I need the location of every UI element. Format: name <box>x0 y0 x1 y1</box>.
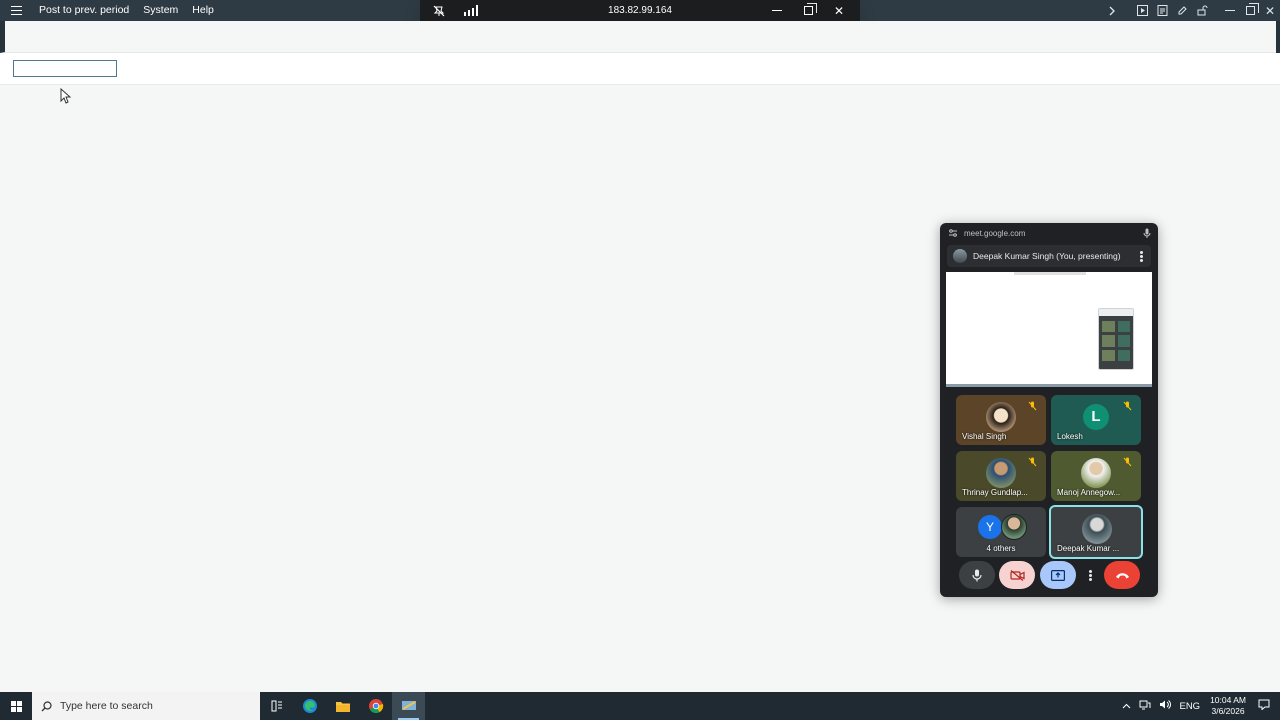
mic-off-icon <box>1028 401 1037 411</box>
rd-restore-icon[interactable] <box>801 0 817 21</box>
tune-icon[interactable] <box>948 228 958 238</box>
restore-icon[interactable] <box>1240 0 1260 21</box>
mic-off-icon <box>1123 401 1132 411</box>
volume-icon[interactable] <box>1155 699 1175 713</box>
pip-url: meet.google.com <box>964 228 1026 238</box>
present-screen-icon <box>1051 569 1065 581</box>
clock-date: 3/6/2026 <box>1211 706 1245 716</box>
more-options-icon[interactable] <box>1140 251 1143 262</box>
pip-url-bar: meet.google.com <box>940 223 1158 243</box>
search-placeholder: Type here to search <box>60 700 153 712</box>
edit-icon[interactable] <box>1172 0 1192 21</box>
leave-call-button[interactable] <box>1104 561 1140 589</box>
start-button[interactable] <box>0 692 32 720</box>
shared-screen-preview <box>946 272 1152 387</box>
mic-indicator-icon <box>1143 228 1151 238</box>
language-indicator[interactable]: ENG <box>1175 701 1204 712</box>
participant-name: Thrinay Gundlap... <box>962 488 1028 497</box>
menu-system[interactable]: System <box>136 0 185 21</box>
search-icon <box>41 700 52 711</box>
more-vert-icon <box>1088 569 1092 581</box>
remote-ip-address: 183.82.99.164 <box>608 5 672 16</box>
mic-button[interactable] <box>959 561 995 589</box>
app-toolbar-area <box>0 21 1276 53</box>
participant-tile[interactable]: Thrinay Gundlap... <box>956 451 1046 501</box>
system-tray: ENG 10:04 AM 3/6/2026 <box>1118 692 1280 720</box>
edge-browser-icon[interactable] <box>293 692 326 720</box>
participant-initial: L <box>1083 404 1109 430</box>
taskbar-clock[interactable]: 10:04 AM 3/6/2026 <box>1204 695 1252 717</box>
input-row <box>0 53 1280 85</box>
window-edge <box>1276 21 1280 54</box>
mic-off-icon <box>1123 457 1132 467</box>
network-icon[interactable] <box>1135 699 1155 713</box>
chevron-up-icon[interactable] <box>1118 701 1135 712</box>
meet-pip-window[interactable]: meet.google.com Deepak Kumar Singh (You,… <box>940 223 1158 597</box>
participant-photo <box>986 402 1016 432</box>
mic-icon <box>972 569 982 581</box>
taskbar: Type here to search ENG 10:04 AM 3/6/202… <box>0 692 1280 720</box>
camera-off-icon <box>1009 569 1025 581</box>
hamburger-menu-icon[interactable] <box>0 0 32 21</box>
participant-name: Deepak Kumar ... <box>1057 544 1120 553</box>
call-controls <box>940 561 1158 591</box>
chevron-right-icon[interactable] <box>1102 0 1122 21</box>
clock-time: 10:04 AM <box>1210 695 1246 705</box>
participant-tile[interactable]: L Lokesh <box>1051 395 1141 445</box>
menu-post-to-prev-period[interactable]: Post to prev. period <box>32 0 136 21</box>
taskbar-search[interactable]: Type here to search <box>32 692 260 720</box>
task-view-icon[interactable] <box>260 692 293 720</box>
participant-tile[interactable]: Vishal Singh <box>956 395 1046 445</box>
windows-logo-icon <box>10 700 22 712</box>
camera-button[interactable] <box>999 561 1035 589</box>
participant-name: Manoj Annegow... <box>1057 488 1121 497</box>
participant-name: Lokesh <box>1057 432 1083 441</box>
mouse-cursor-icon <box>60 88 71 104</box>
command-field[interactable] <box>13 60 117 77</box>
remote-desktop-app-icon[interactable] <box>392 692 425 720</box>
notification-icon[interactable] <box>1252 699 1280 713</box>
unlock-icon[interactable] <box>1192 0 1212 21</box>
avatar <box>953 249 967 263</box>
presenter-name: Deepak Kumar Singh (You, presenting) <box>973 251 1121 261</box>
rd-minimize-icon[interactable] <box>770 0 784 21</box>
participant-photo <box>986 458 1016 488</box>
app-right-controls: ✕ <box>1102 0 1280 21</box>
play-box-icon[interactable] <box>1132 0 1152 21</box>
participant-name: Vishal Singh <box>962 432 1007 441</box>
participant-photo <box>1081 458 1111 488</box>
present-button[interactable] <box>1040 561 1076 589</box>
minimize-icon[interactable] <box>1220 0 1240 21</box>
mic-off-icon <box>1028 457 1037 467</box>
file-explorer-icon[interactable] <box>326 692 359 720</box>
participant-initial: Y <box>978 515 1002 539</box>
menu-help[interactable]: Help <box>185 0 221 21</box>
participant-photo <box>1082 514 1112 544</box>
presenter-header: Deepak Kumar Singh (You, presenting) <box>947 245 1151 267</box>
rd-close-icon[interactable]: ✕ <box>832 0 846 21</box>
mini-meet-window <box>1098 308 1134 370</box>
participant-photo <box>1001 514 1027 540</box>
hang-up-icon <box>1115 572 1129 578</box>
more-options-button[interactable] <box>1083 561 1097 589</box>
participant-tile[interactable]: Manoj Annegow... <box>1051 451 1141 501</box>
remote-session-bar: 183.82.99.164 ✕ <box>420 0 860 21</box>
chrome-browser-icon[interactable] <box>359 692 392 720</box>
participant-tile[interactable]: Y 4 others <box>956 507 1046 557</box>
participant-name: 4 others <box>986 544 1016 553</box>
close-icon[interactable]: ✕ <box>1260 0 1280 21</box>
self-tile[interactable]: Deepak Kumar ... <box>1049 505 1143 559</box>
document-icon[interactable] <box>1152 0 1172 21</box>
